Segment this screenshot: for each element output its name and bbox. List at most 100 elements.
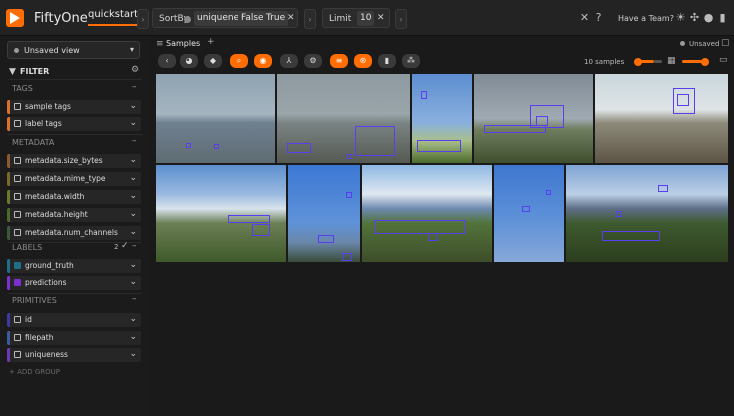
detection-box — [287, 143, 311, 153]
sample-tile[interactable] — [412, 74, 472, 163]
checkbox[interactable] — [14, 351, 21, 358]
chevron-down-icon[interactable]: ⌄ — [129, 118, 137, 128]
sample-tile[interactable] — [362, 165, 492, 262]
chevron-down-icon[interactable]: ⌄ — [129, 260, 137, 270]
tag-icon[interactable]: ◆ — [204, 54, 222, 68]
sidebar-item-predictions[interactable]: predictions ⌄ — [7, 276, 141, 290]
stage-arrow-icon[interactable]: › — [395, 9, 407, 29]
sidebar-item-uniqueness[interactable]: uniqueness ⌄ — [7, 348, 141, 362]
chevron-down-icon[interactable]: ⌄ — [129, 332, 137, 342]
checkbox[interactable] — [14, 193, 21, 200]
chevron-down-icon[interactable]: ⌄ — [129, 227, 137, 237]
clear-view-icon[interactable]: ✕ — [579, 12, 590, 23]
limit-value[interactable]: 10 — [357, 11, 375, 26]
divider — [8, 79, 142, 80]
panel-options-icon[interactable]: ▢ — [721, 38, 730, 48]
checkbox[interactable] — [14, 120, 21, 127]
divider — [8, 293, 142, 294]
collapse-group-icon[interactable]: – — [132, 294, 137, 304]
sample-tile[interactable] — [156, 165, 286, 262]
color-bar — [7, 259, 10, 273]
color-palette-icon[interactable]: ◕ — [180, 54, 198, 68]
collapse-group-icon[interactable]: – — [132, 82, 137, 92]
back-arrow-icon[interactable]: ‹ — [158, 54, 176, 68]
tab-samples[interactable]: Samples — [166, 39, 200, 48]
sidebar-item-label: ground_truth — [25, 261, 74, 270]
embeddings-icon[interactable]: ⊛ — [354, 54, 372, 68]
chevron-down-icon[interactable]: ⌄ — [129, 191, 137, 201]
chevron-down-icon[interactable]: ⌄ — [129, 173, 137, 183]
collapse-group-icon[interactable]: – — [132, 241, 137, 251]
tile-size-slider-handle[interactable] — [634, 58, 642, 66]
chevron-down-icon[interactable]: ⌄ — [129, 277, 137, 287]
checkbox-checked[interactable] — [14, 279, 21, 286]
sort-reverse-true[interactable]: True — [263, 11, 289, 26]
histogram-icon[interactable]: ▮ — [378, 54, 396, 68]
tile-size-slider-track[interactable] — [654, 60, 662, 63]
add-group-button[interactable]: + ADD GROUP — [9, 368, 60, 376]
have-a-team-link[interactable]: Have a Team? — [618, 14, 674, 23]
checkbox[interactable] — [14, 211, 21, 218]
chevron-down-icon[interactable]: ⌄ — [129, 314, 137, 324]
sidebar-item-width[interactable]: metadata.width ⌄ — [7, 190, 141, 204]
stage-arrow-icon[interactable]: › — [304, 9, 316, 29]
chevron-down-icon[interactable]: ⌄ — [129, 349, 137, 359]
list-view-icon[interactable]: ≡ — [330, 54, 348, 68]
settings-gear-icon[interactable]: ⚙ — [304, 54, 322, 68]
checkbox[interactable] — [14, 175, 21, 182]
search-patches-icon[interactable]: ⌕ — [230, 54, 248, 68]
checkbox-checked[interactable] — [14, 262, 21, 269]
sidebar-item-size-bytes[interactable]: metadata.size_bytes ⌄ — [7, 154, 141, 168]
saved-view-select[interactable]: Unsaved view ▾ — [7, 41, 140, 59]
sample-tile[interactable] — [288, 165, 360, 262]
zoom-slider-handle[interactable] — [701, 58, 709, 66]
sidebar-item-label-tags[interactable]: label tags ⌄ — [7, 117, 141, 131]
chevron-down-icon[interactable]: ⌄ — [129, 101, 137, 111]
sample-tile[interactable] — [595, 74, 728, 163]
sidebar-item-height[interactable]: metadata.height ⌄ — [7, 208, 141, 222]
docs-book-icon[interactable]: ▮ — [717, 12, 728, 23]
sidebar-item-ground-truth[interactable]: ground_truth ⌄ — [7, 259, 141, 273]
color-bar — [7, 154, 10, 168]
add-panel-icon[interactable]: + — [207, 37, 215, 47]
help-circle-icon[interactable]: ? — [593, 12, 604, 23]
sidebar-item-id[interactable]: id ⌄ — [7, 313, 141, 327]
sidebar-item-num-channels[interactable]: metadata.num_channels ⌄ — [7, 226, 141, 240]
sample-tile[interactable] — [566, 165, 728, 262]
checkbox[interactable] — [14, 316, 21, 323]
similarity-icon[interactable]: ◉ — [254, 54, 272, 68]
remove-stage-icon[interactable]: ✕ — [377, 13, 385, 23]
theme-sun-icon[interactable]: ☀ — [675, 12, 686, 23]
operators-icon[interactable]: ⁂ — [402, 54, 420, 68]
sample-tile[interactable] — [156, 74, 275, 163]
expand-icon[interactable]: ▭ — [719, 55, 728, 65]
grid-icon[interactable]: ▦ — [667, 56, 676, 66]
github-icon[interactable]: ● — [703, 12, 714, 23]
sidebar-item-filepath[interactable]: filepath ⌄ — [7, 331, 141, 345]
checkbox[interactable] — [14, 103, 21, 110]
sample-tile[interactable] — [494, 165, 564, 262]
sidebar-item-mime-type[interactable]: metadata.mime_type ⌄ — [7, 172, 141, 186]
filter-title: FILTER — [20, 67, 50, 76]
view-bar-left-arrow-icon[interactable]: › — [137, 9, 149, 29]
dataset-selector[interactable]: quickstart — [88, 9, 139, 26]
chevron-down-icon[interactable]: ⌄ — [129, 209, 137, 219]
split-icon[interactable]: ⅄ — [280, 54, 298, 68]
color-bar — [7, 117, 10, 131]
settings-gear-icon[interactable]: ⚙ — [131, 65, 139, 75]
fiftyone-logo-icon — [6, 9, 24, 27]
sample-tile[interactable] — [277, 74, 410, 163]
help-icon[interactable] — [184, 16, 191, 23]
slack-icon[interactable]: ✣ — [689, 12, 700, 23]
checkbox[interactable] — [14, 157, 21, 164]
collapse-group-icon[interactable]: – — [132, 136, 137, 146]
color-bar — [7, 208, 10, 222]
labels-count: 2 — [114, 243, 119, 251]
actions-row: ‹ ◕ ◆ ⌕ ◉ ⅄ ⚙ ≡ ⊛ ▮ ⁂ 10 samples ▦ ▭ — [150, 52, 734, 72]
chevron-down-icon[interactable]: ⌄ — [129, 155, 137, 165]
sample-tile[interactable] — [474, 74, 593, 163]
sidebar-item-sample-tags[interactable]: sample tags ⌄ — [7, 100, 141, 114]
checkbox[interactable] — [14, 334, 21, 341]
remove-stage-icon[interactable]: ✕ — [287, 13, 295, 23]
checkbox[interactable] — [14, 229, 21, 236]
